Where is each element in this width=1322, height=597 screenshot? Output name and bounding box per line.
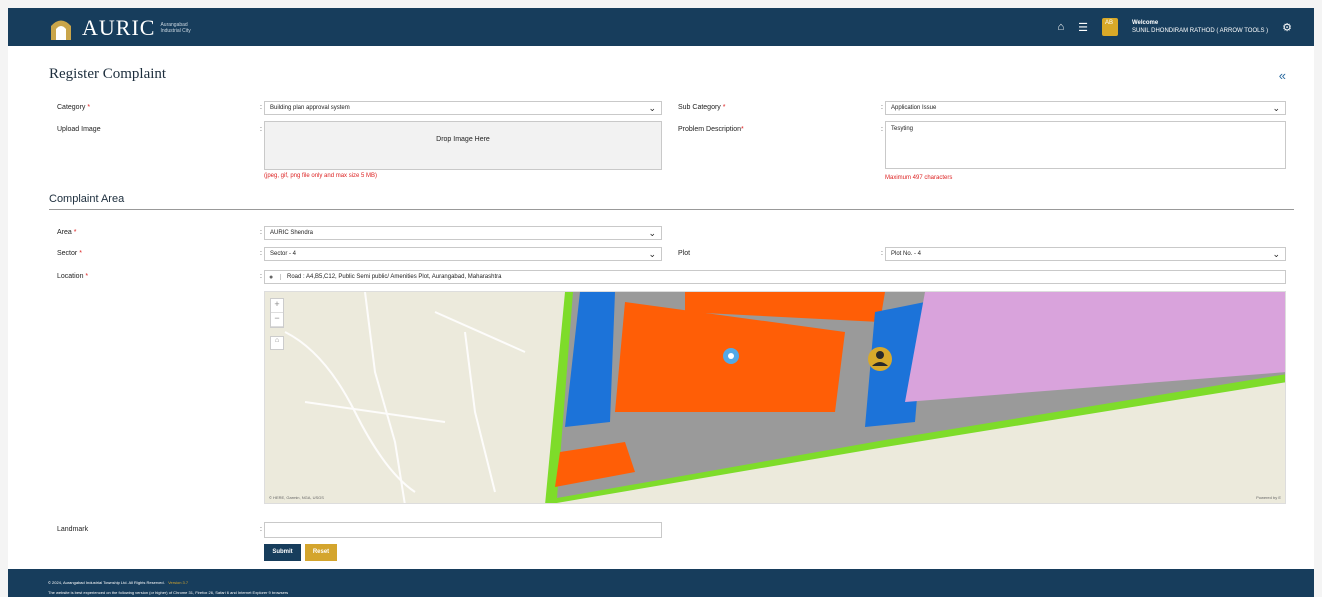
colon: : — [881, 126, 883, 133]
footer-copyright: © 2024, Aurangabad Industrial Township L… — [48, 580, 165, 585]
colon: : — [881, 250, 883, 257]
plot-value: Plot No. - 4 — [891, 251, 922, 257]
map-zoom-control: + − — [270, 298, 284, 328]
collapse-icon[interactable]: « — [1279, 68, 1286, 83]
map-canvas[interactable] — [265, 292, 1286, 504]
chevron-down-icon: ⌄ — [648, 228, 656, 238]
logo-text: AURIC — [82, 15, 156, 40]
sector-label: Sector * — [57, 250, 82, 257]
plot-select[interactable]: Plot No. - 4 ⌄ — [885, 247, 1286, 261]
image-dropzone[interactable]: Drop Image Here — [264, 121, 662, 170]
welcome-label: Welcome — [1132, 20, 1159, 26]
zoom-out-button[interactable]: − — [271, 313, 283, 327]
settings-gear-icon[interactable]: ⚙ — [1282, 21, 1292, 34]
upload-image-label: Upload Image — [57, 126, 101, 133]
landmark-input[interactable] — [264, 522, 662, 538]
app-window: AURIC Aurangabad Industrial City ⌂ ☰ AB … — [8, 8, 1314, 597]
chevron-down-icon: ⌄ — [648, 103, 656, 113]
subcategory-value: Application Issue — [891, 105, 937, 111]
map-powered-by[interactable]: Powered by E — [1256, 495, 1281, 500]
location-value: Road : A4,B5,C12, Public Semi public/ Am… — [287, 274, 502, 280]
user-name: SUNIL DHONDIRAM RATHOD ( ARROW TOOLS ) — [1132, 28, 1269, 34]
footer: © 2024, Aurangabad Industrial Township L… — [8, 569, 1314, 597]
reset-button[interactable]: Reset — [305, 544, 337, 561]
home-icon[interactable]: ⌂ — [1057, 21, 1064, 33]
footer-version: Version 3.7 — [168, 580, 189, 585]
problem-hint: Maximum 497 characters — [885, 175, 953, 181]
plot-label: Plot — [678, 250, 691, 257]
footer-browser-note: The website is best experienced on the f… — [48, 590, 289, 595]
subcategory-select[interactable]: Application Issue ⌄ — [885, 101, 1286, 115]
user-badge-icon[interactable]: AB — [1102, 18, 1118, 36]
map-user-avatar-icon[interactable] — [868, 347, 892, 371]
submit-button[interactable]: Submit — [264, 544, 301, 561]
area-value: AURIC Shendra — [270, 230, 314, 236]
colon: : — [260, 526, 262, 533]
colon: : — [260, 126, 262, 133]
footer-copyright-line: © 2024, Aurangabad Industrial Township L… — [48, 580, 188, 585]
sector-value: Sector - 4 — [270, 251, 297, 257]
dropzone-text: Drop Image Here — [436, 136, 490, 143]
category-label: Category * — [57, 104, 91, 111]
landmark-label: Landmark — [57, 526, 89, 533]
problem-description-textarea[interactable]: Tesyting — [885, 121, 1286, 169]
chevron-down-icon: ⌄ — [1272, 249, 1280, 259]
location-map[interactable]: + − ⌂ © HERE, Garmin, NGA, USGS Powered … — [264, 291, 1286, 504]
problem-description-label: Problem Description* — [678, 126, 744, 133]
colon: : — [260, 104, 262, 111]
chevron-down-icon: ⌄ — [1272, 103, 1280, 113]
auric-logo[interactable]: AURIC Aurangabad Industrial City — [48, 15, 200, 41]
logo-icon — [51, 20, 71, 40]
welcome-text: Welcome SUNIL DHONDIRAM RATHOD ( ARROW T… — [1132, 19, 1268, 35]
map-pin-icon: ● — [269, 274, 281, 281]
category-value: Building plan approval system — [270, 105, 350, 111]
area-select[interactable]: AURIC Shendra ⌄ — [264, 226, 662, 240]
top-navbar: AURIC Aurangabad Industrial City ⌂ ☰ AB … — [8, 8, 1314, 46]
top-icons: ⌂ ☰ AB Welcome SUNIL DHONDIRAM RATHOD ( … — [1057, 18, 1292, 36]
chevron-down-icon: ⌄ — [648, 249, 656, 259]
map-attribution: © HERE, Garmin, NGA, USGS — [269, 495, 324, 500]
zoom-in-button[interactable]: + — [271, 299, 283, 313]
sector-select[interactable]: Sector - 4 ⌄ — [264, 247, 662, 261]
colon: : — [881, 104, 883, 111]
page-title: Register Complaint — [49, 66, 167, 82]
colon: : — [260, 229, 262, 236]
map-home-button[interactable]: ⌂ — [270, 336, 284, 350]
subcategory-label: Sub Category * — [678, 104, 726, 111]
location-label: Location * — [57, 273, 89, 280]
colon: : — [260, 250, 262, 257]
section-divider — [49, 209, 1294, 210]
menu-grid-icon[interactable]: ☰ — [1078, 21, 1088, 34]
upload-hint: (jpeg, gif, png file only and max size 5… — [264, 173, 378, 179]
map-marker-icon[interactable] — [723, 348, 739, 364]
location-field[interactable]: ● Road : A4,B5,C12, Public Semi public/ … — [264, 270, 1286, 284]
logo-subtitle: Aurangabad Industrial City — [160, 22, 191, 34]
area-label: Area * — [57, 229, 77, 236]
category-select[interactable]: Building plan approval system ⌄ — [264, 101, 662, 115]
section-title-complaint-area: Complaint Area — [49, 193, 125, 205]
colon: : — [260, 273, 262, 280]
